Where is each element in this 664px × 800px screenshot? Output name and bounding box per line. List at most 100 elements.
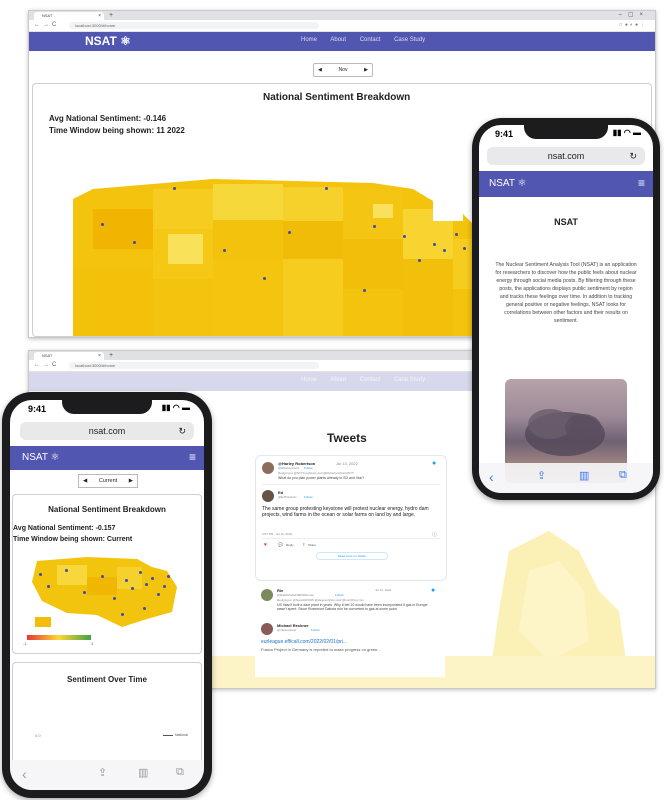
map-marker[interactable]	[263, 277, 266, 280]
map-marker[interactable]	[101, 223, 104, 226]
nav-case-study[interactable]: Case Study	[394, 377, 425, 383]
address-bar[interactable]: localhost:3000/#/home	[69, 362, 319, 369]
browser-tab[interactable]: NSAT ×	[34, 12, 104, 20]
site-navbar: NSAT ⚛ Home About Contact Case Study	[29, 32, 655, 51]
reply-icon[interactable]: 💬	[278, 542, 283, 547]
address-bar[interactable]: localhost:3000/#/home	[69, 22, 319, 29]
reload-icon[interactable]: ↻	[178, 422, 186, 440]
us-sentiment-map[interactable]	[27, 557, 179, 629]
map-marker[interactable]	[325, 187, 328, 190]
prev-arrow-icon[interactable]: ◀	[318, 64, 322, 76]
nav-case-study[interactable]: Case Study	[394, 37, 425, 43]
map-marker[interactable]	[65, 569, 68, 572]
address-bar[interactable]: nsat.com ↻	[20, 422, 194, 440]
close-icon[interactable]: ×	[98, 352, 101, 360]
map-marker[interactable]	[113, 597, 116, 600]
close-icon[interactable]: ×	[98, 12, 101, 20]
map-marker[interactable]	[403, 235, 406, 238]
map-marker[interactable]	[101, 575, 104, 578]
map-marker[interactable]	[443, 249, 446, 252]
tweet-date: Jul 14, 2022	[375, 588, 392, 592]
back-icon[interactable]: ‹	[22, 766, 27, 782]
map-marker[interactable]	[157, 593, 160, 596]
map-marker[interactable]	[433, 243, 436, 246]
map-marker[interactable]	[363, 289, 366, 292]
back-icon[interactable]: ‹	[489, 469, 494, 485]
brand-logo[interactable]: NSAT ⚛	[489, 178, 527, 189]
avatar	[261, 589, 273, 601]
brand-logo[interactable]: NSAT ⚛	[22, 452, 60, 463]
hamburger-menu-icon[interactable]: ≡	[189, 450, 196, 464]
map-marker[interactable]	[288, 231, 291, 234]
read-more-link[interactable]: Read more on Twitter	[316, 552, 388, 560]
map-marker[interactable]	[151, 577, 154, 580]
signal-wifi-battery-icon: ▮▮ ◠ ▬	[161, 403, 190, 412]
tabs-icon[interactable]: ⧉	[619, 469, 627, 482]
heart-icon[interactable]: ♥	[264, 542, 267, 548]
map-marker[interactable]	[143, 607, 146, 610]
map-marker[interactable]	[83, 591, 86, 594]
map-marker[interactable]	[163, 585, 166, 588]
us-sentiment-map[interactable]	[73, 179, 533, 336]
follow-link[interactable]: Follow	[304, 466, 313, 470]
tweet-card[interactable]: @Harley Robertson Jul 13, 2022 ● @HRober…	[255, 455, 447, 581]
next-arrow-icon[interactable]: ▶	[129, 475, 133, 487]
browser-tab[interactable]: NSAT ×	[34, 352, 104, 360]
reload-icon[interactable]: ↻	[629, 147, 637, 165]
share-icon[interactable]: ⇪	[537, 469, 546, 482]
map-marker[interactable]	[139, 571, 142, 574]
nav-contact[interactable]: Contact	[360, 37, 381, 43]
map-marker[interactable]	[455, 233, 458, 236]
map-marker[interactable]	[47, 585, 50, 588]
tweet-link[interactable]: eurleague.efficall.com/2022/02/01/pri...	[261, 639, 347, 645]
nav-about[interactable]: About	[330, 377, 346, 383]
prev-arrow-icon[interactable]: ◀	[83, 475, 87, 487]
axis-tick: 0.0	[35, 733, 41, 738]
map-marker[interactable]	[418, 259, 421, 262]
map-marker[interactable]	[121, 613, 124, 616]
hamburger-menu-icon[interactable]: ≡	[638, 176, 645, 190]
map-marker[interactable]	[373, 225, 376, 228]
next-arrow-icon[interactable]: ▶	[364, 64, 368, 76]
share-icon[interactable]: ⇪	[98, 766, 107, 779]
nav-home[interactable]: Home	[301, 37, 317, 43]
map-marker[interactable]	[125, 579, 128, 582]
card-title: National Sentiment Breakdown	[263, 92, 411, 103]
reply-label[interactable]: Reply	[286, 543, 294, 547]
tabs-icon[interactable]: ⧉	[176, 766, 184, 779]
extensions-icon[interactable]: ☆●◐●⋮	[618, 21, 647, 30]
share-label[interactable]: Share	[308, 543, 316, 547]
brand-logo[interactable]: NSAT ⚛	[85, 34, 131, 48]
map-marker[interactable]	[167, 575, 170, 578]
nav-arrows-icon[interactable]: ←→C	[34, 21, 59, 30]
bookmarks-icon[interactable]: ▥	[579, 469, 589, 482]
map-svg	[73, 179, 533, 336]
window-controls[interactable]: –▢×	[618, 11, 649, 20]
new-tab-icon[interactable]: +	[109, 11, 113, 20]
map-marker[interactable]	[173, 187, 176, 190]
share-icon[interactable]: ⇪	[302, 542, 305, 547]
map-marker[interactable]	[131, 587, 134, 590]
map-marker[interactable]	[223, 249, 226, 252]
legend-max: 1	[91, 641, 94, 646]
time-selector-value[interactable]: Current	[99, 478, 117, 484]
address-bar[interactable]: nsat.com ↻	[487, 147, 645, 165]
follow-link[interactable]: Follow	[304, 495, 313, 499]
bookmarks-icon[interactable]: ▥	[138, 766, 148, 779]
tweet-card[interactable]: Rie Jul 14, 2022 ● @RieMichelleNMNSRunne…	[255, 587, 445, 677]
follow-link[interactable]: Follow	[335, 593, 344, 597]
nav-about[interactable]: About	[330, 37, 346, 43]
info-icon[interactable]: ⓘ	[432, 531, 437, 538]
map-marker[interactable]	[133, 241, 136, 244]
follow-link[interactable]: Follow	[311, 628, 320, 632]
time-selector-value[interactable]: Nov	[339, 67, 348, 73]
tweet-time: 4:57 PM · Jul 13, 2022	[262, 532, 293, 536]
nav-arrows-icon[interactable]: ←→C	[34, 361, 59, 370]
new-tab-icon[interactable]: +	[109, 351, 113, 360]
nav-contact[interactable]: Contact	[360, 377, 381, 383]
nav-home[interactable]: Home	[301, 377, 317, 383]
tab-title: NSAT	[42, 353, 53, 358]
map-marker[interactable]	[145, 583, 148, 586]
map-marker[interactable]	[463, 247, 466, 250]
map-marker[interactable]	[39, 573, 42, 576]
